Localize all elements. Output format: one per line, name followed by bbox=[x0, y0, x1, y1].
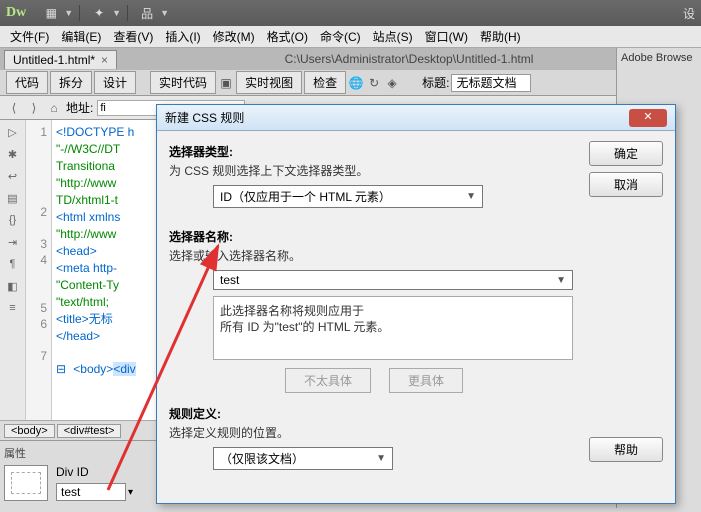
rule-def-label: 规则定义: bbox=[169, 405, 579, 422]
chevron-down-icon: ▼ bbox=[466, 191, 476, 202]
selector-preview: 此选择器名称将规则应用于 所有 ID 为"test"的 HTML 元素。 bbox=[213, 296, 573, 360]
dialog-close-button[interactable]: ✕ bbox=[629, 109, 667, 127]
menu-commands[interactable]: 命令(C) bbox=[314, 26, 367, 47]
rule-def-value: （仅限该文档） bbox=[220, 450, 304, 467]
more-specific-button[interactable]: 更具体 bbox=[389, 368, 463, 393]
collapse-icon[interactable]: ▷ bbox=[5, 124, 21, 140]
home-icon[interactable]: ⌂ bbox=[46, 100, 62, 116]
menu-edit[interactable]: 编辑(E) bbox=[55, 26, 107, 47]
highlight-icon[interactable]: ▤ bbox=[5, 190, 21, 206]
side-panel-title: Adobe Browse bbox=[621, 52, 697, 64]
dialog-title: 新建 CSS 规则 bbox=[165, 109, 244, 126]
dropdown-arrow-icon[interactable]: ▾ bbox=[128, 487, 133, 498]
selector-type-value: ID（仅应用于一个 HTML 元素） bbox=[220, 188, 391, 205]
tag-body[interactable]: <body> bbox=[4, 424, 55, 438]
split-view-button[interactable]: 拆分 bbox=[50, 71, 92, 94]
brace-icon[interactable]: {} bbox=[5, 212, 21, 228]
forward-icon[interactable]: ⟩ bbox=[26, 100, 42, 116]
menu-window[interactable]: 窗口(W) bbox=[419, 26, 474, 47]
menu-insert[interactable]: 插入(I) bbox=[159, 26, 206, 47]
comment-icon[interactable]: ¶ bbox=[5, 256, 21, 272]
live-view-button[interactable]: 实时视图 bbox=[236, 71, 302, 94]
indent-icon[interactable]: ⇥ bbox=[5, 234, 21, 250]
right-label[interactable]: 设 bbox=[683, 5, 695, 22]
app-logo: Dw bbox=[6, 5, 26, 21]
menu-help[interactable]: 帮助(H) bbox=[474, 26, 527, 47]
menu-modify[interactable]: 修改(M) bbox=[207, 26, 261, 47]
ok-button[interactable]: 确定 bbox=[589, 141, 663, 166]
app-titlebar: Dw ▦▼ ✦▼ 品▼ 设 bbox=[0, 0, 701, 26]
site-icon[interactable]: 品 bbox=[138, 6, 156, 20]
close-icon[interactable]: × bbox=[101, 53, 108, 67]
chevron-down-icon: ▼ bbox=[556, 275, 566, 286]
nav-icon[interactable]: ◈ bbox=[384, 75, 400, 91]
title-input[interactable] bbox=[451, 74, 531, 92]
menubar: 文件(F) 编辑(E) 查看(V) 插入(I) 修改(M) 格式(O) 命令(C… bbox=[0, 26, 701, 48]
live-code-button[interactable]: 实时代码 bbox=[150, 71, 216, 94]
selector-type-combo[interactable]: ID（仅应用于一个 HTML 元素） ▼ bbox=[213, 185, 483, 208]
tool-icon[interactable]: ✱ bbox=[5, 146, 21, 162]
dialog-titlebar: 新建 CSS 规则 ✕ bbox=[157, 105, 675, 131]
menu-file[interactable]: 文件(F) bbox=[4, 26, 55, 47]
file-path: C:\Users\Administrator\Desktop\Untitled-… bbox=[117, 52, 701, 66]
layout-icon[interactable]: ▦ bbox=[42, 6, 60, 20]
refresh-icon[interactable]: ↻ bbox=[366, 75, 382, 91]
menu-site[interactable]: 站点(S) bbox=[367, 26, 419, 47]
menu-format[interactable]: 格式(O) bbox=[261, 26, 314, 47]
divid-label: Div ID bbox=[56, 465, 133, 479]
design-view-button[interactable]: 设计 bbox=[94, 71, 136, 94]
title-label: 标题: bbox=[422, 74, 449, 91]
selector-type-label: 选择器类型: bbox=[169, 143, 579, 160]
file-tab[interactable]: Untitled-1.html* × bbox=[4, 50, 117, 69]
tool-gutter: ▷ ✱ ↩ ▤ {} ⇥ ¶ ◧ ≡ bbox=[0, 120, 26, 420]
view-toolbar: 代码 拆分 设计 实时代码 ▣ 实时视图 检查 🌐 ↻ ◈ 标题: bbox=[0, 70, 701, 96]
rule-def-combo[interactable]: （仅限该文档） ▼ bbox=[213, 447, 393, 470]
back-icon[interactable]: ⟨ bbox=[6, 100, 22, 116]
selector-name-combo[interactable]: test ▼ bbox=[213, 270, 573, 290]
globe-icon[interactable]: 🌐 bbox=[348, 75, 364, 91]
divid-preview bbox=[4, 465, 48, 501]
rule-def-desc: 选择定义规则的位置。 bbox=[169, 424, 579, 441]
extend-icon[interactable]: ✦ bbox=[90, 6, 108, 20]
inspect-button[interactable]: 检查 bbox=[304, 71, 346, 94]
file-tabbar: Untitled-1.html* × C:\Users\Administrato… bbox=[0, 48, 701, 70]
tag-div[interactable]: <div#test> bbox=[57, 424, 122, 438]
cancel-button[interactable]: 取消 bbox=[589, 172, 663, 197]
selector-name-desc: 选择或输入选择器名称。 bbox=[169, 247, 579, 264]
less-specific-button[interactable]: 不太具体 bbox=[285, 368, 371, 393]
address-label: 地址: bbox=[66, 99, 93, 116]
divid-input[interactable] bbox=[56, 483, 126, 501]
menu-view[interactable]: 查看(V) bbox=[107, 26, 159, 47]
help-button[interactable]: 帮助 bbox=[589, 437, 663, 462]
wrap-icon[interactable]: ↩ bbox=[5, 168, 21, 184]
selector-name-label: 选择器名称: bbox=[169, 228, 579, 245]
inspect-icon[interactable]: ▣ bbox=[218, 75, 234, 91]
code-view-button[interactable]: 代码 bbox=[6, 71, 48, 94]
snippet-icon[interactable]: ◧ bbox=[5, 278, 21, 294]
line-numbers: 1 2 3 4 5 6 7 bbox=[26, 120, 52, 420]
selector-type-desc: 为 CSS 规则选择上下文选择器类型。 bbox=[169, 162, 579, 179]
new-css-rule-dialog: 新建 CSS 规则 ✕ 选择器类型: 为 CSS 规则选择上下文选择器类型。 I… bbox=[156, 104, 676, 504]
chevron-down-icon: ▼ bbox=[376, 453, 386, 464]
file-tab-label: Untitled-1.html* bbox=[13, 53, 95, 67]
format-icon[interactable]: ≡ bbox=[5, 300, 21, 316]
selector-name-value: test bbox=[220, 273, 239, 287]
